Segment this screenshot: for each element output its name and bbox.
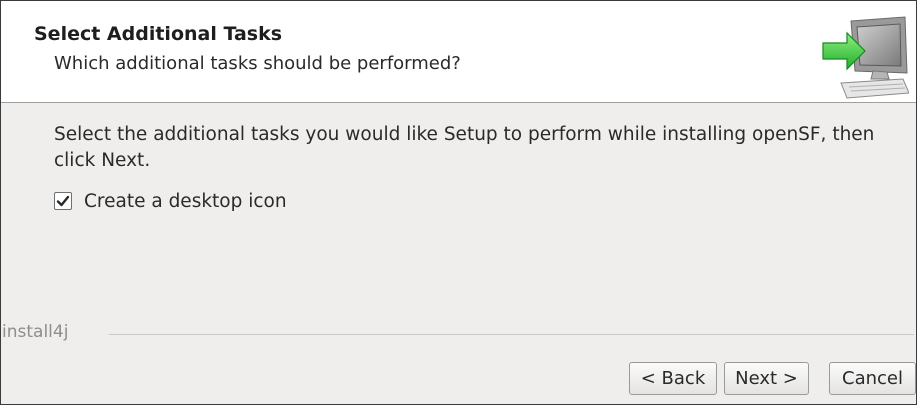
task-label: Create a desktop icon xyxy=(84,190,287,212)
desktop-icon-checkbox[interactable] xyxy=(54,192,72,210)
next-button[interactable]: Next > xyxy=(724,362,809,395)
computer-with-arrow-icon xyxy=(821,13,910,99)
branding-separator: install4j xyxy=(1,321,916,345)
separator-line xyxy=(109,334,914,335)
page-title: Select Additional Tasks xyxy=(34,23,283,45)
task-create-desktop-icon[interactable]: Create a desktop icon xyxy=(54,188,287,214)
instruction-text: Select the additional tasks you would li… xyxy=(54,124,875,171)
page-subtitle: Which additional tasks should be perform… xyxy=(54,53,461,74)
back-button[interactable]: < Back xyxy=(629,362,717,395)
wizard-header: Select Additional Tasks Which additional… xyxy=(1,1,916,103)
checkmark-icon xyxy=(56,195,70,207)
cancel-button[interactable]: Cancel xyxy=(829,362,916,395)
brand-label: install4j xyxy=(2,321,77,343)
installer-window: Select Additional Tasks Which additional… xyxy=(0,0,917,405)
